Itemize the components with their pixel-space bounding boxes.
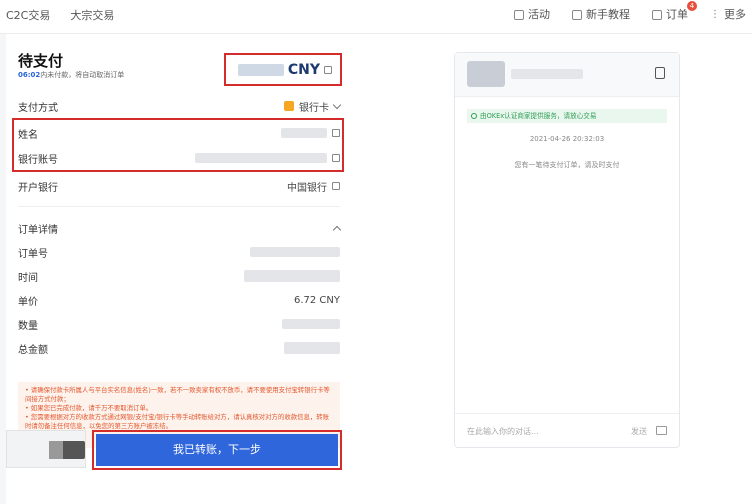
payment-method-value: 银行卡 <box>299 102 329 114</box>
image-upload-icon[interactable] <box>656 426 667 435</box>
time-redacted <box>244 270 340 282</box>
order-details-label: 订单详情 <box>18 224 58 236</box>
divider <box>18 206 340 207</box>
quantity-redacted <box>282 319 340 329</box>
chat-header <box>455 53 679 97</box>
merchant-name-redacted <box>511 69 583 79</box>
confirm-transfer-button[interactable]: 我已转账，下一步 <box>96 434 338 466</box>
chat-input-bar: 在此输入你的对话... 发送 <box>455 413 679 447</box>
shield-icon <box>471 113 477 119</box>
nav-block-trade[interactable]: 大宗交易 <box>70 9 114 23</box>
total-redacted <box>284 342 340 354</box>
toolbar: 活动 新手教程 订单 4 ⋮ 更多 <box>514 1 746 22</box>
quantity-label: 数量 <box>18 320 38 332</box>
chat-timestamp: 2021-04-26 20:32:03 <box>529 135 605 143</box>
copy-icon[interactable] <box>332 182 340 190</box>
price-value: 6.72 CNY <box>293 294 340 306</box>
more-label: 更多 <box>724 8 746 21</box>
total-row: 总金额 <box>18 338 340 358</box>
name-label: 姓名 <box>18 129 38 141</box>
nav-c2c[interactable]: C2C交易 <box>6 9 50 23</box>
chevron-down-icon <box>332 100 342 109</box>
amount-highlight: CNY <box>224 53 342 86</box>
price-label: 单价 <box>18 296 38 308</box>
account-row: 银行账号 <box>18 148 340 168</box>
bank-row: 开户银行 中国银行 <box>18 176 340 196</box>
order-no-row: 订单号 <box>18 242 340 262</box>
page-title: 待支付 <box>18 52 64 70</box>
orders-link[interactable]: 订单 4 <box>652 1 697 22</box>
orders-badge: 4 <box>687 1 697 11</box>
account-redacted <box>195 153 327 163</box>
notice-line-3: • 您需要根据对方的收款方式通过网银/支付宝/银行卡等手动转账给对方，请认真核对… <box>25 413 330 430</box>
chat-input[interactable]: 在此输入你的对话... <box>467 426 539 437</box>
time-label: 时间 <box>18 272 38 284</box>
payment-method-label: 支付方式 <box>18 102 58 114</box>
payment-countdown: 06:02内未付款，将自动取消订单 <box>18 70 124 80</box>
name-row: 姓名 <box>18 123 340 143</box>
name-redacted <box>281 128 327 138</box>
cancel-order-button[interactable] <box>6 430 86 468</box>
avatar <box>467 61 505 87</box>
copy-icon[interactable] <box>332 154 340 162</box>
quantity-row: 数量 <box>18 314 340 334</box>
bank-label: 开户银行 <box>18 182 58 194</box>
top-bar: C2C交易 大宗交易 活动 新手教程 订单 4 ⋮ 更多 <box>0 0 752 34</box>
activity-link[interactable]: 活动 <box>514 8 550 22</box>
order-no-redacted <box>250 247 340 257</box>
total-label: 总金额 <box>18 344 48 356</box>
safety-notice-text: 由OKEx认证商家提供服务，请放心交易 <box>480 112 597 120</box>
copy-icon[interactable] <box>324 65 332 74</box>
tutorial-label: 新手教程 <box>586 8 630 21</box>
safety-notice: 由OKEx认证商家提供服务，请放心交易 <box>467 109 667 123</box>
notice-line-2: • 如果您已完成付款，请千万不要取消订单。 <box>25 404 153 412</box>
video-icon <box>572 10 582 20</box>
more-dots-icon: ⋮ <box>710 9 720 20</box>
send-button[interactable]: 发送 <box>631 426 647 437</box>
price-row: 单价 6.72 CNY <box>18 290 340 310</box>
order-no-label: 订单号 <box>18 248 48 260</box>
system-message: 您有一笔待支付订单，请及时支付 <box>514 161 620 169</box>
chevron-up-icon <box>332 225 342 234</box>
amount-redacted <box>237 63 284 76</box>
phone-icon[interactable] <box>655 67 665 79</box>
countdown-time: 06:02 <box>18 71 41 79</box>
chat-panel: 由OKEx认证商家提供服务，请放心交易 2021-04-26 20:32:03 … <box>454 52 680 448</box>
orders-label: 订单 <box>666 8 688 21</box>
activity-label: 活动 <box>528 8 550 21</box>
order-details-header[interactable]: 订单详情 <box>18 218 342 238</box>
time-row: 时间 <box>18 266 340 286</box>
confirm-highlight: 我已转账，下一步 <box>92 430 342 470</box>
bank-card-icon <box>284 101 294 111</box>
notice-line-1: • 请确保付款卡所属人与平台实名信息(姓名)一致，若不一致卖家有权不放币，请不要… <box>25 386 330 403</box>
amount-currency: CNY <box>287 61 320 78</box>
countdown-text: 内未付款，将自动取消订单 <box>40 71 125 79</box>
order-icon <box>652 10 662 20</box>
tutorial-link[interactable]: 新手教程 <box>572 8 630 22</box>
account-label: 银行账号 <box>18 154 58 166</box>
cancel-label-redacted-part <box>49 441 63 459</box>
payment-method-row: 支付方式 银行卡 <box>18 96 342 116</box>
bank-value: 中国银行 <box>287 182 327 194</box>
main-nav: C2C交易 大宗交易 <box>6 9 114 23</box>
payment-method-select[interactable]: 银行卡 <box>284 99 342 114</box>
gift-icon <box>514 10 524 20</box>
copy-icon[interactable] <box>332 129 340 137</box>
more-menu[interactable]: ⋮ 更多 <box>710 8 746 22</box>
